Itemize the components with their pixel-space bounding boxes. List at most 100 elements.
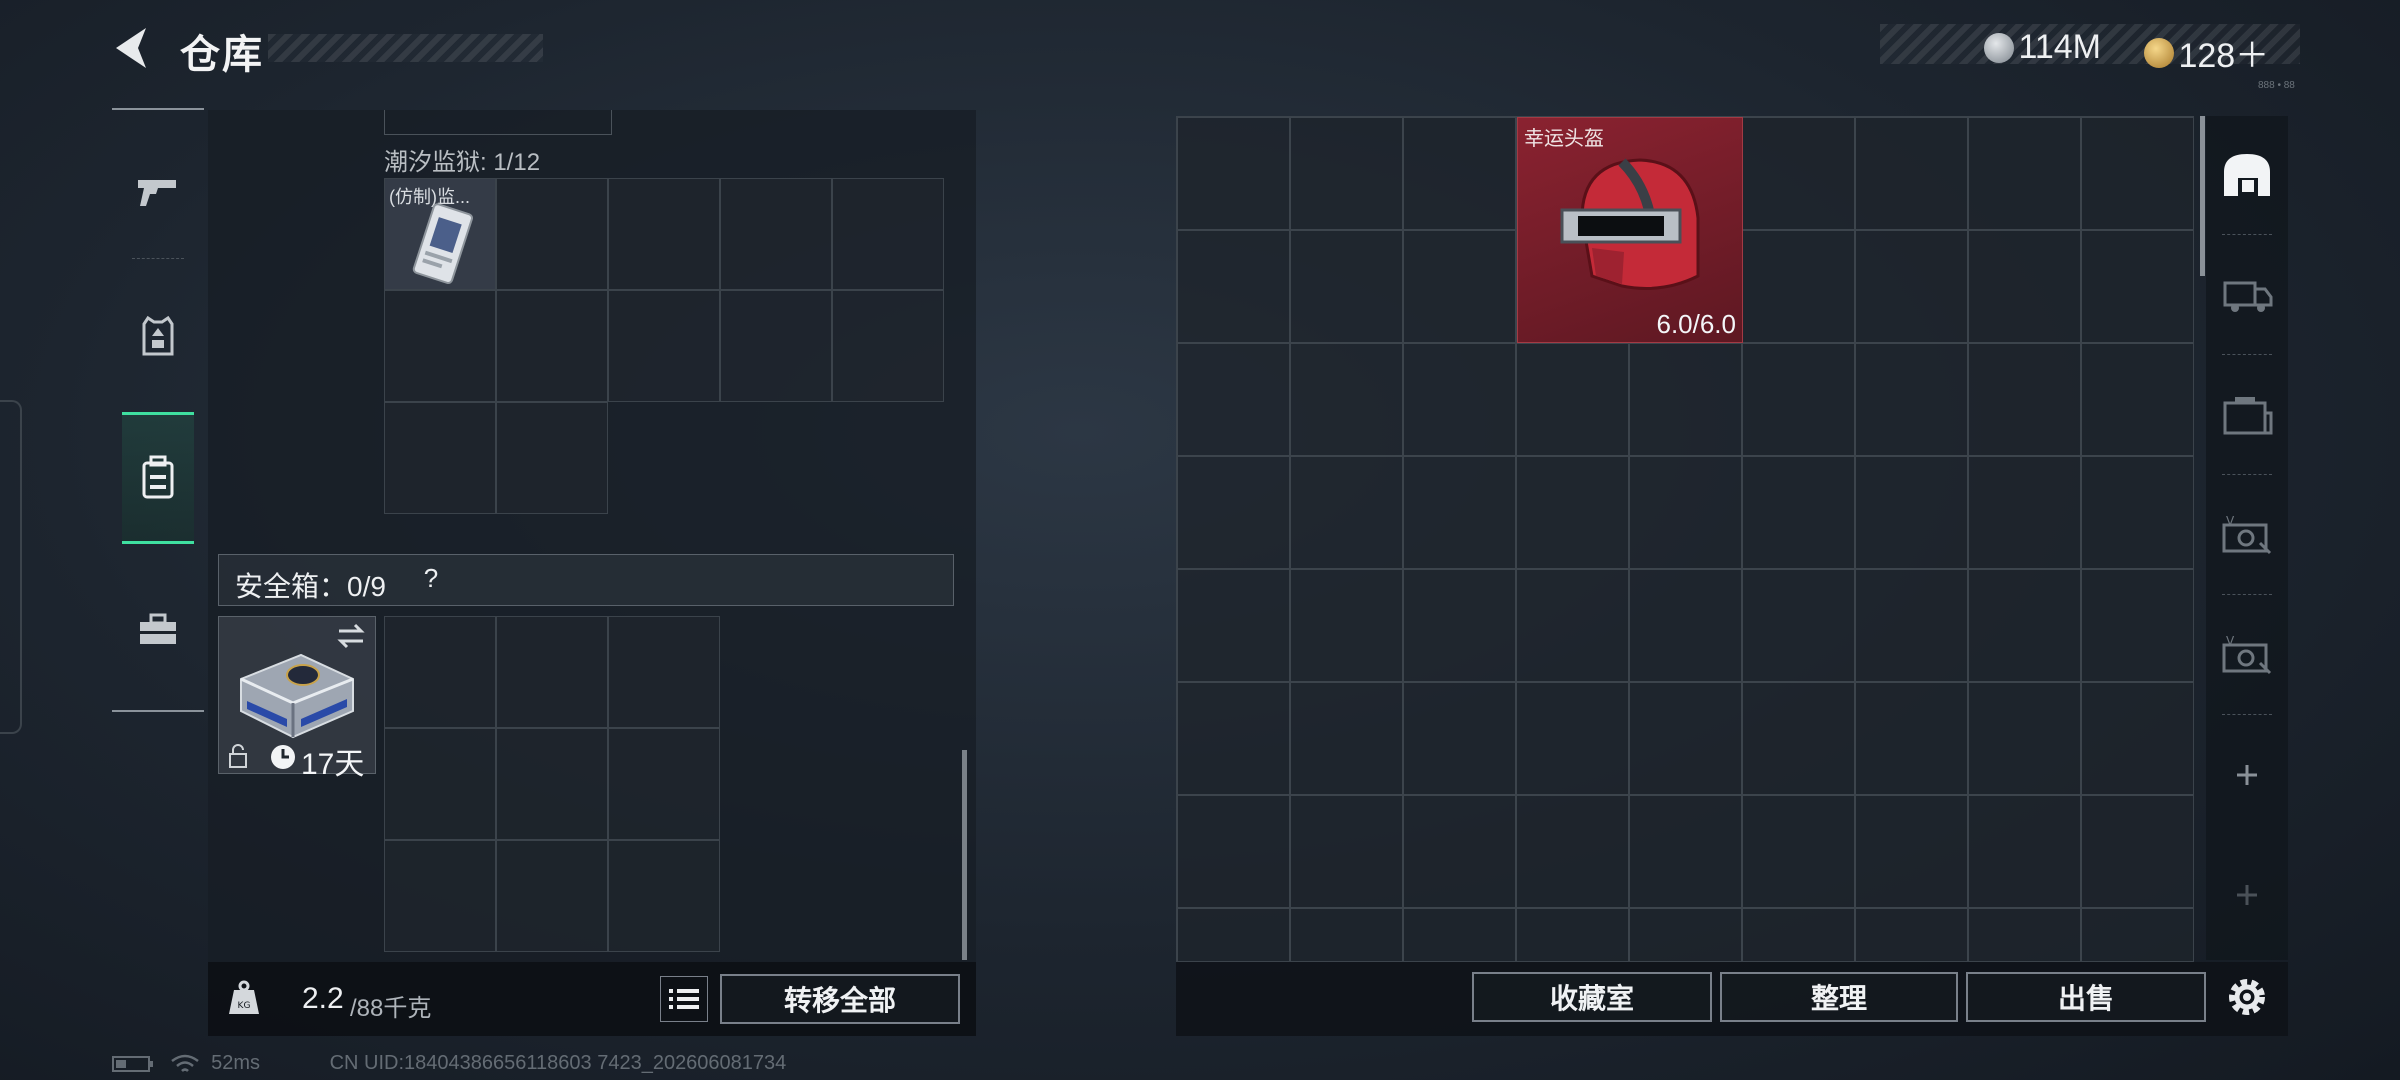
grid-slot[interactable] [496, 840, 608, 952]
stash-slot[interactable] [2081, 569, 2193, 682]
stash-slot[interactable] [1516, 682, 1629, 795]
tab-vehicle-case-1[interactable]: V [2206, 476, 2288, 594]
stash-slot[interactable] [1968, 569, 2081, 682]
stash-slot[interactable] [1742, 682, 1855, 795]
stash-slot[interactable] [1968, 230, 2081, 343]
gold-currency[interactable]: 128＋ [2144, 28, 2269, 77]
stash-slot[interactable] [2081, 795, 2193, 908]
stash-slot[interactable] [2081, 230, 2193, 343]
stash-slot[interactable] [1516, 795, 1629, 908]
transfer-all-button[interactable]: 转移全部 [720, 974, 960, 1024]
stash-slot[interactable] [1968, 795, 2081, 908]
stash-slot[interactable] [1855, 795, 1968, 908]
stash-slot[interactable] [1968, 682, 2081, 795]
stash-slot[interactable] [1290, 456, 1403, 569]
stash-slot[interactable] [1629, 908, 1742, 961]
stash-slot[interactable] [1742, 795, 1855, 908]
stash-slot[interactable] [1742, 908, 1855, 961]
tab-truck-stash[interactable] [2206, 236, 2288, 354]
stash-slot[interactable] [2081, 908, 2193, 961]
edge-handle[interactable] [0, 400, 22, 734]
grid-slot[interactable] [384, 290, 496, 402]
stash-slot[interactable] [1290, 569, 1403, 682]
stash-slot[interactable] [1855, 117, 1968, 230]
stash-slot[interactable] [2081, 682, 2193, 795]
stash-slot[interactable] [1290, 230, 1403, 343]
stash-slot[interactable] [1968, 117, 2081, 230]
stash-slot[interactable] [1177, 343, 1290, 456]
tab-crate-stash[interactable] [2206, 356, 2288, 474]
stash-slot[interactable] [1742, 456, 1855, 569]
stash-slot[interactable] [1855, 908, 1968, 961]
grid-slot[interactable] [496, 290, 608, 402]
grid-slot[interactable] [496, 728, 608, 840]
stash-slot[interactable] [1855, 456, 1968, 569]
gear-icon[interactable] [2224, 974, 2270, 1020]
tab-vehicle-case-2[interactable]: V [2206, 596, 2288, 714]
stash-slot[interactable] [1516, 456, 1629, 569]
rail-item-weapons[interactable] [122, 132, 194, 252]
stash-slot[interactable] [1290, 908, 1403, 961]
swap-icon[interactable] [335, 623, 367, 649]
grid-slot[interactable] [832, 178, 944, 290]
stash-slot[interactable] [1403, 795, 1516, 908]
grid-slot[interactable] [720, 290, 832, 402]
grid-slot[interactable] [608, 616, 720, 728]
grid-slot[interactable] [496, 402, 608, 514]
stash-slot[interactable] [1403, 456, 1516, 569]
tab-helmet-stash[interactable] [2206, 116, 2288, 234]
collection-button[interactable]: 收藏室 [1472, 972, 1712, 1022]
grid-slot[interactable] [608, 178, 720, 290]
grid-slot[interactable] [384, 840, 496, 952]
grid-slot[interactable] [608, 840, 720, 952]
stash-scrollbar[interactable] [2200, 116, 2205, 276]
grid-slot[interactable] [720, 178, 832, 290]
sell-button[interactable]: 出售 [1966, 972, 2206, 1022]
rail-item-backpack[interactable] [122, 412, 194, 544]
stash-slot[interactable] [1855, 569, 1968, 682]
stash-slot[interactable] [1855, 682, 1968, 795]
grid-slot[interactable] [384, 616, 496, 728]
grid-slot[interactable] [496, 616, 608, 728]
stash-slot[interactable] [1177, 682, 1290, 795]
stash-slot[interactable] [2081, 117, 2193, 230]
stash-slot[interactable] [1742, 117, 1855, 230]
stash-slot[interactable] [1629, 795, 1742, 908]
stash-slot[interactable] [1516, 908, 1629, 961]
back-button[interactable] [108, 22, 158, 74]
silver-currency[interactable]: 114M [1984, 28, 2101, 67]
grid-slot[interactable] [608, 290, 720, 402]
stash-slot[interactable] [1742, 343, 1855, 456]
stash-slot[interactable] [1177, 230, 1290, 343]
stash-slot[interactable] [1403, 230, 1516, 343]
stash-slot[interactable] [1855, 230, 1968, 343]
stash-slot[interactable] [1177, 908, 1290, 961]
stash-slot[interactable] [1629, 343, 1742, 456]
stash-slot[interactable] [1403, 682, 1516, 795]
grid-slot[interactable] [832, 290, 944, 402]
rail-item-armor[interactable] [122, 276, 194, 396]
sort-button[interactable]: 整理 [1720, 972, 1958, 1022]
stash-slot[interactable] [1516, 569, 1629, 682]
stash-slot[interactable] [1629, 682, 1742, 795]
stash-slot[interactable] [1290, 795, 1403, 908]
stash-slot[interactable] [1290, 682, 1403, 795]
stash-slot[interactable] [2081, 456, 2193, 569]
stash-slot[interactable] [1516, 343, 1629, 456]
grid-slot[interactable] [496, 178, 608, 290]
stash-slot[interactable] [1290, 117, 1403, 230]
add-stash-button[interactable] [2206, 716, 2288, 834]
stash-slot[interactable] [1403, 343, 1516, 456]
stash-slot[interactable] [1855, 343, 1968, 456]
stash-slot[interactable] [1403, 908, 1516, 961]
stash-slot[interactable] [1742, 569, 1855, 682]
grid-slot[interactable] [384, 728, 496, 840]
list-view-button[interactable] [660, 976, 708, 1022]
lucky-helmet-item[interactable]: 幸运头盔 6.0/6.0 [1517, 117, 1743, 343]
stash-slot[interactable] [1403, 117, 1516, 230]
stash-slot[interactable] [2081, 343, 2193, 456]
stash-slot[interactable] [1968, 343, 2081, 456]
stash-slot[interactable] [1968, 908, 2081, 961]
grid-slot[interactable] [608, 728, 720, 840]
stash-slot[interactable] [1629, 569, 1742, 682]
